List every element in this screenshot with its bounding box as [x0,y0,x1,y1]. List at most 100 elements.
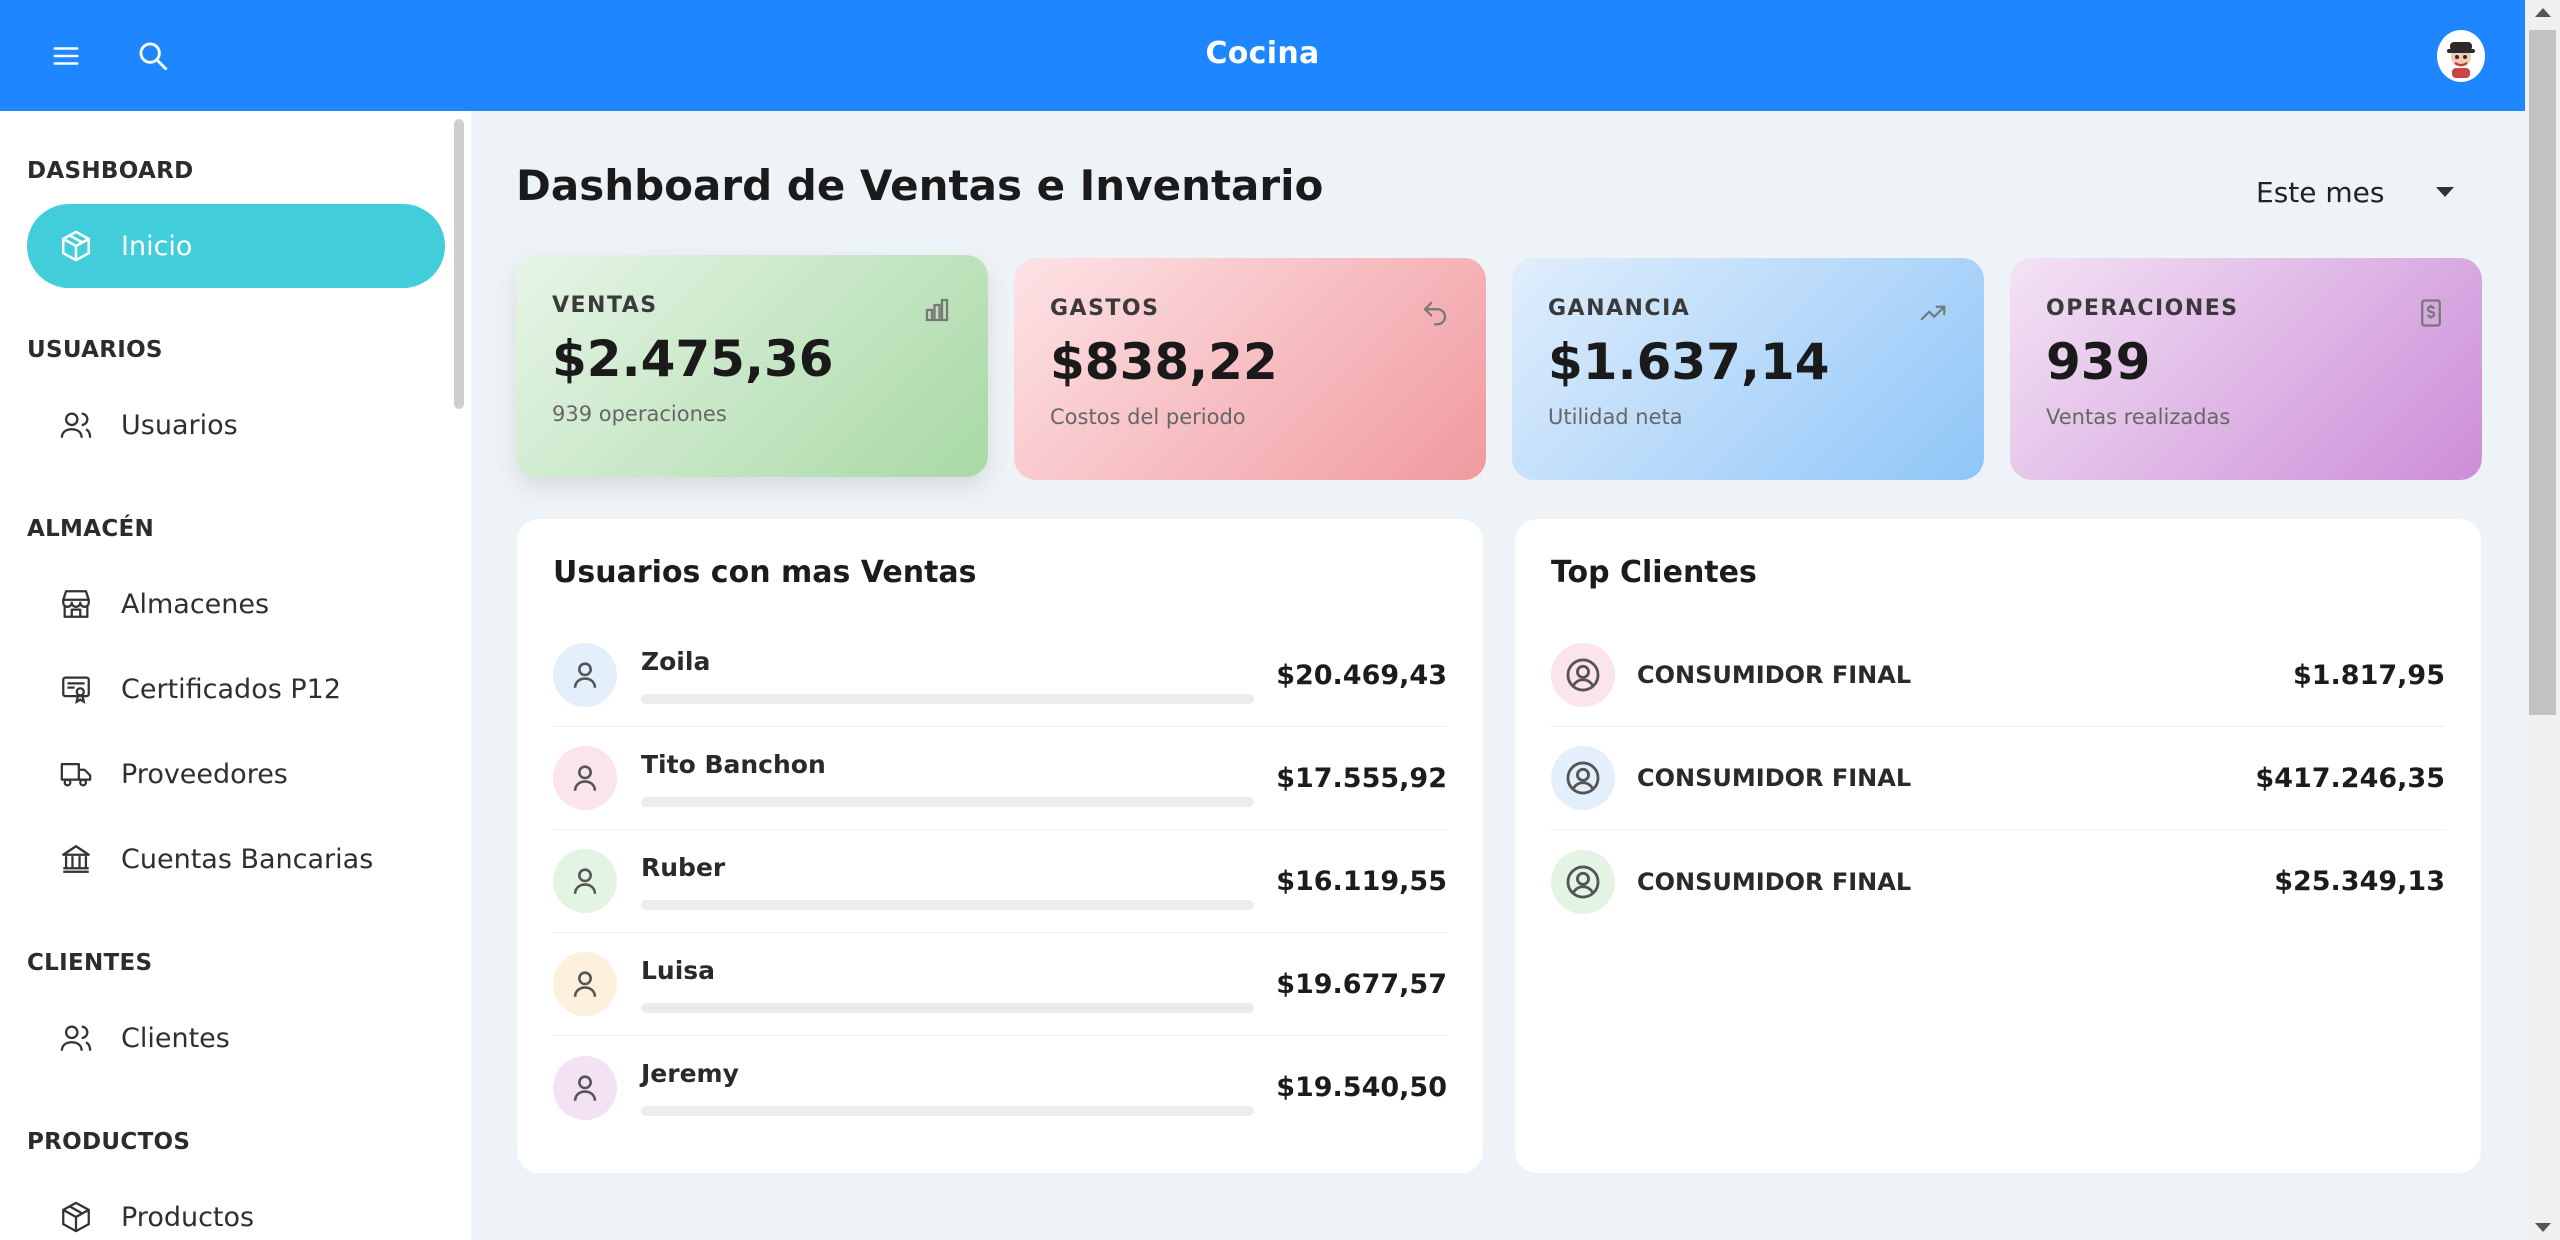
sidebar-scrollbar[interactable] [454,119,464,409]
sales-amount: $17.555,92 [1276,762,1447,794]
stat-value: $838,22 [1050,333,1278,391]
client-name: CONSUMIDOR FINAL [1637,867,1912,896]
client-amount: $25.349,13 [2274,866,2445,897]
app-title: Cocina [1205,36,1320,71]
sidebar-item-label: Certificados P12 [121,673,341,705]
top-clients-panel: Top Clientes CONSUMIDOR FINAL $1.817,95 … [1515,519,2481,1173]
stat-label: OPERACIONES [2046,296,2239,321]
sidebar-item-cuentas-bancarias[interactable]: Cuentas Bancarias [27,817,445,901]
list-item[interactable]: Tito Banchon $17.555,92 [553,727,1447,830]
cube-icon [57,227,95,265]
store-icon [57,585,95,623]
progress-track [641,693,1255,704]
sidebar: DASHBOARD Inicio USUARIOS Usuarios ALMAC… [0,111,471,1240]
user-name: Tito Banchon [641,749,826,779]
user-circle-icon [1551,849,1615,914]
sales-amount: $16.119,55 [1276,865,1447,897]
stat-subtitle: Ventas realizadas [2046,405,2231,429]
list-item[interactable]: Zoila $20.469,43 [553,624,1447,727]
section-heading-productos: PRODUCTOS [27,1129,191,1155]
person-icon [553,952,617,1016]
sidebar-item-productos[interactable]: Productos [27,1175,445,1240]
stat-subtitle: Costos del periodo [1050,405,1246,429]
person-icon [553,746,617,810]
user-circle-icon [1551,643,1615,707]
list-item[interactable]: CONSUMIDOR FINAL $417.246,35 [1551,727,2445,830]
scrollbar-thumb[interactable] [2529,30,2556,715]
user-avatar[interactable] [2437,30,2485,82]
sales-amount: $20.469,43 [1276,659,1447,691]
list-item[interactable]: Luisa $19.677,57 [553,933,1447,1036]
stat-value: $1.637,14 [1548,333,1830,391]
stat-subtitle: 939 operaciones [552,402,727,426]
scroll-down-icon[interactable] [2535,1223,2551,1232]
top-users-panel: Usuarios con mas Ventas Zoila $20.469,43… [517,519,1483,1173]
stat-label: GANANCIA [1548,296,1691,321]
sidebar-item-proveedores[interactable]: Proveedores [27,732,445,816]
sidebar-item-label: Almacenes [121,588,270,620]
chevron-down-icon [2436,187,2455,197]
list-item[interactable]: Ruber $16.119,55 [553,830,1447,933]
undo-arrow-icon [1420,298,1450,328]
panel-title: Top Clientes [1551,555,1757,590]
stat-card-gastos: GASTOS $838,22 Costos del periodo [1014,258,1486,480]
stat-card-ventas: VENTAS $2.475,36 939 operaciones [516,255,988,477]
sidebar-item-almacenes[interactable]: Almacenes [27,562,445,646]
section-heading-almacen: ALMACÉN [27,516,155,542]
sidebar-item-label: Usuarios [121,409,238,441]
sidebar-item-label: Cuentas Bancarias [121,843,374,875]
stat-subtitle: Utilidad neta [1548,405,1683,429]
sidebar-item-inicio[interactable]: Inicio [27,204,445,288]
progress-track [641,796,1255,807]
progress-track [641,899,1255,910]
person-icon [553,849,617,913]
stat-card-operaciones: OPERACIONES 939 Ventas realizadas [2010,258,2482,480]
sidebar-item-label: Proveedores [121,758,288,790]
user-name: Zoila [641,646,711,676]
sidebar-item-label: Productos [121,1201,255,1233]
receipt-icon [2416,298,2446,328]
client-name: CONSUMIDOR FINAL [1637,661,1912,689]
bank-icon [57,840,95,878]
sidebar-item-clientes[interactable]: Clientes [27,996,445,1080]
bar-chart-icon [922,295,952,325]
users-icon [57,406,95,444]
period-select[interactable]: Este mes [2256,167,2476,217]
stat-card-ganancia: GANANCIA $1.637,14 Utilidad neta [1512,258,1984,480]
section-heading-usuarios: USUARIOS [27,337,163,363]
main-content: Dashboard de Ventas e Inventario Este me… [471,111,2525,1240]
person-icon [553,1055,617,1120]
list-item[interactable]: CONSUMIDOR FINAL $25.349,13 [1551,830,2445,933]
users-icon [57,1019,95,1057]
page-title: Dashboard de Ventas e Inventario [516,161,1324,210]
panel-title: Usuarios con mas Ventas [553,555,977,590]
window-scrollbar[interactable] [2525,0,2560,1240]
cube-icon [57,1198,95,1236]
scroll-up-icon[interactable] [2535,8,2551,17]
sales-amount: $19.540,50 [1276,1072,1447,1103]
sidebar-item-label: Clientes [121,1022,230,1054]
trending-up-icon [1918,298,1948,328]
person-icon [553,643,617,707]
user-name: Ruber [641,852,726,882]
stat-value: 939 [2046,333,2151,391]
truck-icon [57,755,95,793]
stat-value: $2.475,36 [552,330,834,388]
client-name: CONSUMIDOR FINAL [1637,764,1912,792]
sidebar-item-usuarios[interactable]: Usuarios [27,383,445,467]
progress-track [641,1106,1255,1116]
stat-label: GASTOS [1050,296,1160,321]
user-name: Jeremy [641,1059,739,1088]
user-circle-icon [1551,746,1615,810]
sidebar-item-certificados[interactable]: Certificados P12 [27,647,445,731]
list-item[interactable]: CONSUMIDOR FINAL $1.817,95 [1551,624,2445,727]
top-app-bar: Cocina [0,0,2525,111]
progress-track [641,1002,1255,1013]
client-amount: $1.817,95 [2292,659,2445,691]
sidebar-item-label: Inicio [121,230,193,262]
user-name: Luisa [641,955,716,985]
list-item[interactable]: Jeremy $19.540,50 [553,1036,1447,1139]
section-heading-clientes: CLIENTES [27,950,153,976]
period-select-value: Este mes [2256,175,2385,209]
certificate-icon [57,670,95,708]
